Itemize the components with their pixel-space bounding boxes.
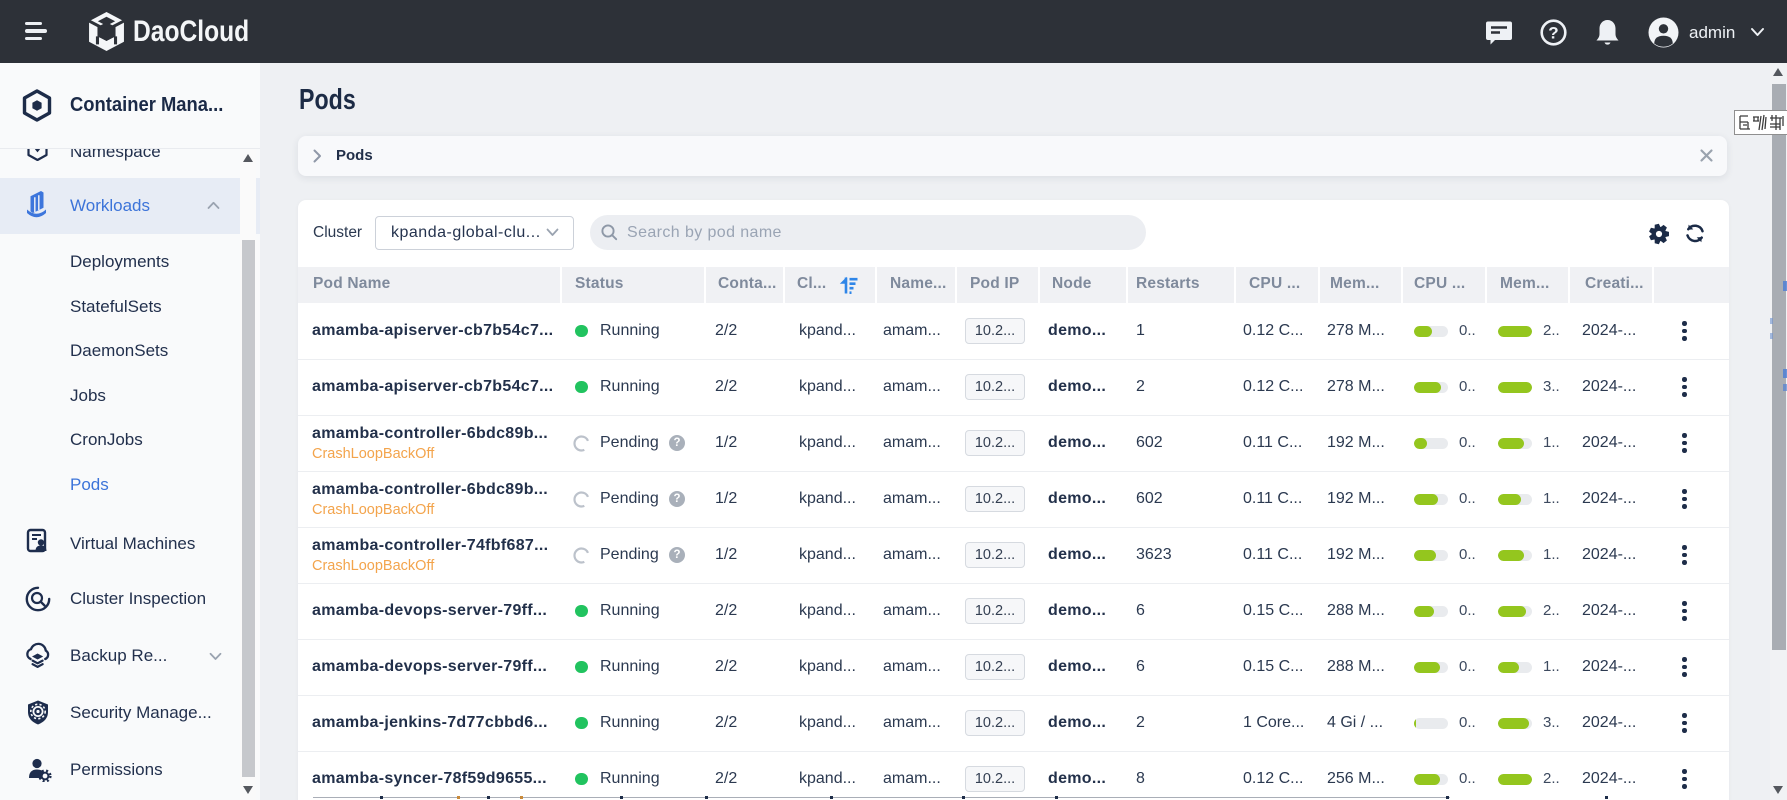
svg-text:?: ? — [1548, 24, 1558, 43]
